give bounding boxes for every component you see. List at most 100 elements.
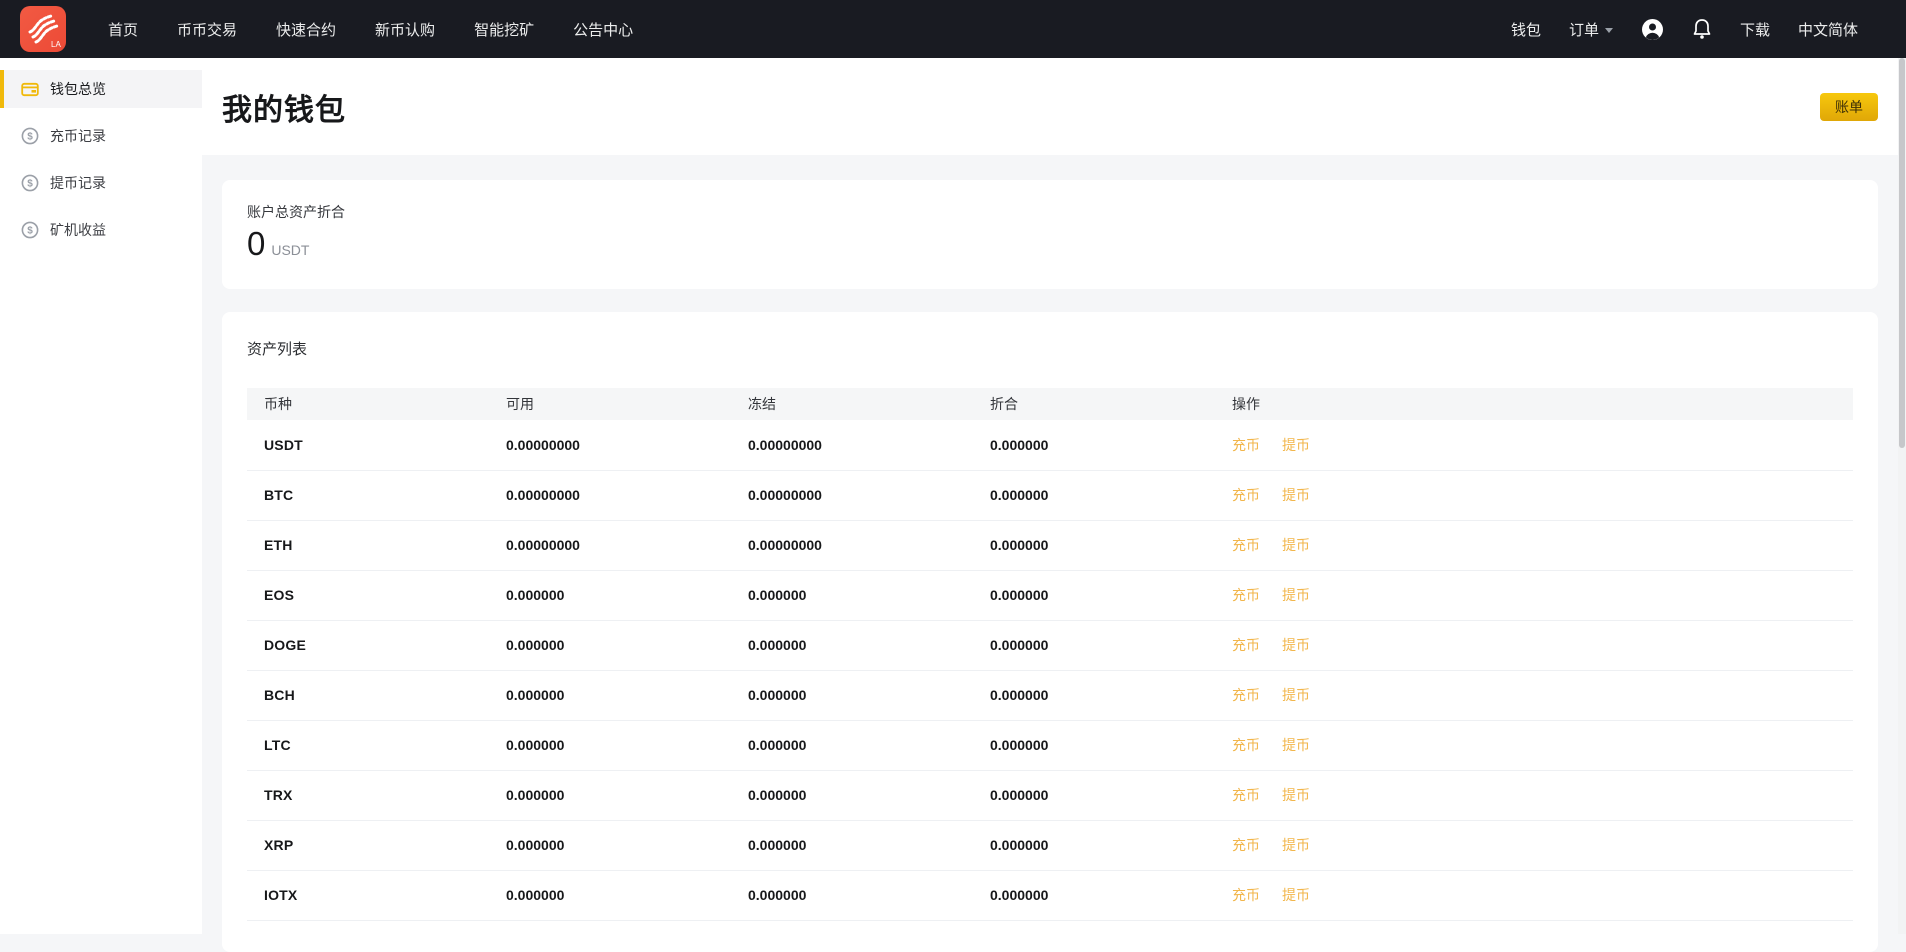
deposit-link[interactable]: 充币 — [1232, 637, 1260, 653]
deposit-link[interactable]: 充币 — [1232, 537, 1260, 553]
total-assets-amount: 0 USDT — [247, 225, 1853, 263]
nav-item-smart-mining[interactable]: 智能挖矿 — [474, 19, 534, 40]
withdraw-link[interactable]: 提币 — [1282, 437, 1310, 453]
asset-row-eth: ETH0.000000000.000000000.000000充币提币 — [247, 520, 1853, 570]
user-avatar-button[interactable] — [1641, 18, 1664, 41]
deposit-link[interactable]: 充币 — [1232, 687, 1260, 703]
language-selector[interactable]: 中文简体 — [1798, 19, 1858, 40]
asset-list-title: 资产列表 — [247, 338, 1853, 359]
nav-download-link[interactable]: 下载 — [1740, 19, 1770, 40]
svg-text:$: $ — [27, 132, 33, 143]
asset-actions: 充币 提币 — [1215, 670, 1853, 720]
converted-value: 0.000000 — [973, 620, 1215, 670]
page-title: 我的钱包 — [222, 85, 346, 129]
converted-value: 0.000000 — [973, 720, 1215, 770]
scrollbar-thumb[interactable] — [1899, 58, 1905, 448]
asset-row-btc: BTC0.000000000.000000000.000000充币提币 — [247, 470, 1853, 520]
withdraw-link[interactable]: 提币 — [1282, 737, 1310, 753]
deposit-link[interactable]: 充币 — [1232, 437, 1260, 453]
sidebar: 钱包总览 $ 充币记录 $ 提币记录 $ 矿机收益 — [0, 58, 202, 934]
sidebar-item-deposit-records[interactable]: $ 充币记录 — [0, 117, 202, 155]
total-assets-card: 账户总资产折合 0 USDT — [222, 180, 1878, 289]
asset-row-doge: DOGE0.0000000.0000000.000000充币提币 — [247, 620, 1853, 670]
withdraw-link[interactable]: 提币 — [1282, 887, 1310, 903]
notifications-button[interactable] — [1692, 18, 1712, 40]
nav-wallet-link[interactable]: 钱包 — [1511, 19, 1541, 40]
sidebar-item-miner-earnings[interactable]: $ 矿机收益 — [0, 211, 202, 249]
frozen-balance: 0.00000000 — [731, 470, 973, 520]
sidebar-item-wallet-overview[interactable]: 钱包总览 — [0, 70, 202, 108]
asset-row-iotx: IOTX0.0000000.0000000.000000充币提币 — [247, 870, 1853, 920]
frozen-balance: 0.000000 — [731, 820, 973, 870]
converted-value: 0.000000 — [973, 820, 1215, 870]
column-header-actions: 操作 — [1215, 388, 1853, 420]
deposit-link[interactable]: 充币 — [1232, 487, 1260, 503]
total-assets-label: 账户总资产折合 — [247, 202, 1853, 222]
bell-icon — [1692, 18, 1712, 40]
column-header-converted: 折合 — [973, 388, 1215, 420]
frozen-balance: 0.000000 — [731, 870, 973, 920]
coin-name: EOS — [247, 570, 489, 620]
page-header: 我的钱包 账单 — [202, 58, 1906, 155]
available-balance: 0.000000 — [489, 620, 731, 670]
sidebar-item-label: 矿机收益 — [50, 220, 106, 240]
deposit-link[interactable]: 充币 — [1232, 837, 1260, 853]
bill-button[interactable]: 账单 — [1820, 93, 1878, 121]
withdraw-link[interactable]: 提币 — [1282, 687, 1310, 703]
brand-logo[interactable]: LA — [20, 6, 66, 52]
converted-value: 0.000000 — [973, 520, 1215, 570]
asset-row-trx: TRX0.0000000.0000000.000000充币提币 — [247, 770, 1853, 820]
column-header-frozen: 冻结 — [731, 388, 973, 420]
user-avatar-icon — [1641, 18, 1664, 41]
logo-text: LA — [51, 40, 61, 49]
available-balance: 0.00000000 — [489, 520, 731, 570]
chevron-down-icon — [1605, 28, 1613, 33]
asset-row-eos: EOS0.0000000.0000000.000000充币提币 — [247, 570, 1853, 620]
nav-item-new-coin[interactable]: 新币认购 — [375, 19, 435, 40]
asset-actions: 充币 提币 — [1215, 870, 1853, 920]
withdraw-link[interactable]: 提币 — [1282, 787, 1310, 803]
asset-row-xrp: XRP0.0000000.0000000.000000充币提币 — [247, 820, 1853, 870]
svg-text:$: $ — [27, 226, 33, 237]
asset-actions: 充币 提币 — [1215, 720, 1853, 770]
asset-table-body: USDT0.000000000.000000000.000000充币提币BTC0… — [247, 420, 1853, 920]
withdraw-link[interactable]: 提币 — [1282, 837, 1310, 853]
nav-orders-label: 订单 — [1569, 19, 1599, 40]
asset-table-header-row: 币种 可用 冻结 折合 操作 — [247, 388, 1853, 420]
navbar-right: 钱包 订单 下载 中文简体 — [1511, 18, 1858, 41]
withdraw-link[interactable]: 提币 — [1282, 487, 1310, 503]
nav-item-quick-contract[interactable]: 快速合约 — [276, 19, 336, 40]
available-balance: 0.00000000 — [489, 470, 731, 520]
total-assets-value: 0 — [247, 225, 265, 263]
nav-item-spot-trade[interactable]: 币币交易 — [177, 19, 237, 40]
deposit-link[interactable]: 充币 — [1232, 737, 1260, 753]
asset-actions: 充币 提币 — [1215, 570, 1853, 620]
coin-name: XRP — [247, 820, 489, 870]
asset-actions: 充币 提币 — [1215, 820, 1853, 870]
asset-actions: 充币 提币 — [1215, 420, 1853, 470]
withdraw-link[interactable]: 提币 — [1282, 637, 1310, 653]
withdraw-link[interactable]: 提币 — [1282, 537, 1310, 553]
vertical-scrollbar[interactable] — [1898, 58, 1906, 934]
sidebar-item-withdraw-records[interactable]: $ 提币记录 — [0, 164, 202, 202]
deposit-link[interactable]: 充币 — [1232, 787, 1260, 803]
nav-item-announcements[interactable]: 公告中心 — [573, 19, 633, 40]
converted-value: 0.000000 — [973, 770, 1215, 820]
converted-value: 0.000000 — [973, 470, 1215, 520]
coin-name: USDT — [247, 420, 489, 470]
converted-value: 0.000000 — [973, 870, 1215, 920]
main-content: 我的钱包 账单 账户总资产折合 0 USDT 资产列表 币种 可用 冻结 折合 … — [202, 58, 1906, 934]
deposit-link[interactable]: 充币 — [1232, 887, 1260, 903]
sidebar-item-label: 钱包总览 — [50, 79, 106, 99]
withdraw-link[interactable]: 提币 — [1282, 587, 1310, 603]
frozen-balance: 0.00000000 — [731, 520, 973, 570]
dollar-circle-icon: $ — [21, 221, 39, 239]
svg-text:$: $ — [27, 179, 33, 190]
available-balance: 0.000000 — [489, 770, 731, 820]
deposit-link[interactable]: 充币 — [1232, 587, 1260, 603]
nav-orders-dropdown[interactable]: 订单 — [1569, 19, 1613, 40]
asset-row-ltc: LTC0.0000000.0000000.000000充币提币 — [247, 720, 1853, 770]
frozen-balance: 0.000000 — [731, 570, 973, 620]
available-balance: 0.00000000 — [489, 420, 731, 470]
nav-item-home[interactable]: 首页 — [108, 19, 138, 40]
